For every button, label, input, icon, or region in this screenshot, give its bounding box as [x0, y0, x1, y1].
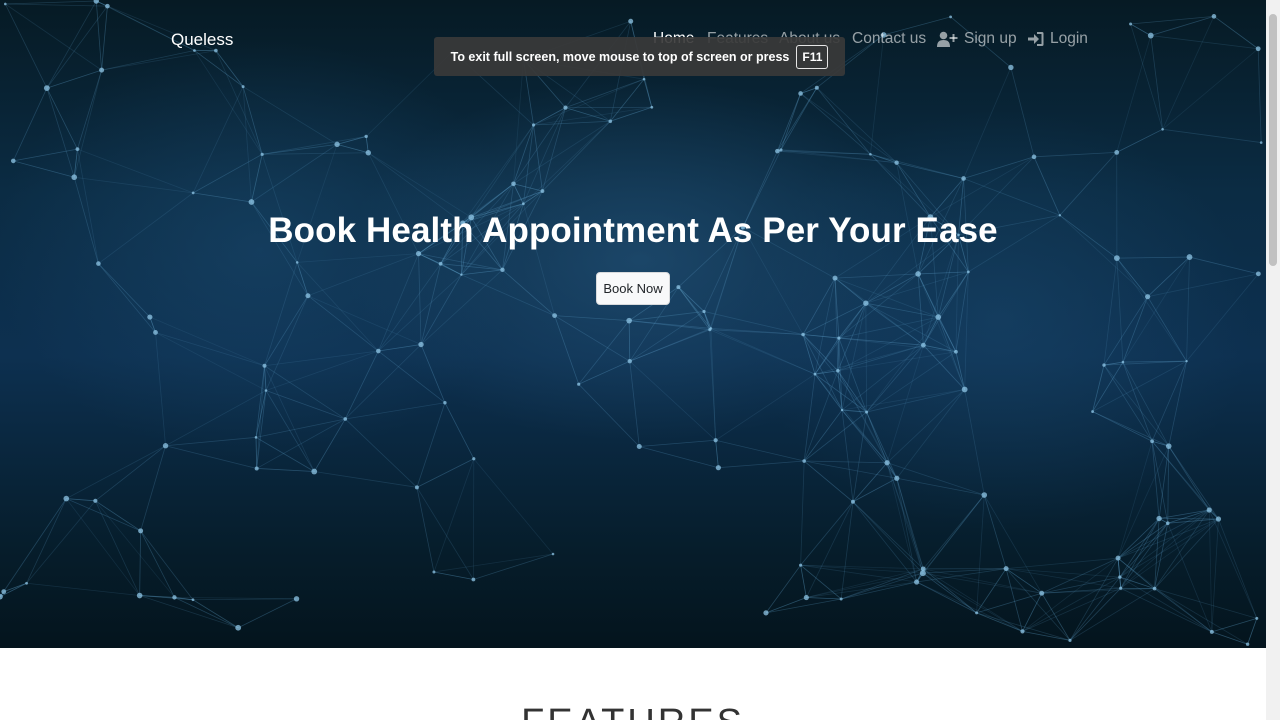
nav-link-label: Sign up — [964, 30, 1017, 47]
brand-logo[interactable]: Queless — [171, 30, 233, 50]
features-section-title: FEATURES — [0, 702, 1266, 720]
scrollbar-thumb[interactable] — [1269, 14, 1277, 266]
fullscreen-exit-notice: To exit full screen, move mouse to top o… — [434, 37, 845, 76]
nav-link-login[interactable]: Login — [1028, 30, 1088, 48]
nav-link-label: Contact us — [852, 30, 927, 47]
network-nodes — [0, 0, 1263, 646]
book-now-button[interactable]: Book Now — [596, 272, 670, 305]
nav-link-sign-up[interactable]: Sign up — [937, 30, 1017, 48]
hero-section: Book Health Appointment As Per Your Ease… — [0, 0, 1266, 648]
fullscreen-notice-message: To exit full screen, move mouse to top o… — [450, 49, 790, 64]
network-background-graphic — [0, 0, 1263, 646]
f11-key-badge: F11 — [796, 44, 829, 69]
nav-link-label: Login — [1050, 30, 1088, 47]
nav-link-contact-us[interactable]: Contact us — [852, 30, 926, 48]
hero-title: Book Health Appointment As Per Your Ease — [268, 211, 998, 250]
user-plus-icon — [937, 31, 958, 47]
sign-in-icon — [1028, 32, 1044, 46]
page-scrollbar[interactable] — [1266, 0, 1280, 720]
